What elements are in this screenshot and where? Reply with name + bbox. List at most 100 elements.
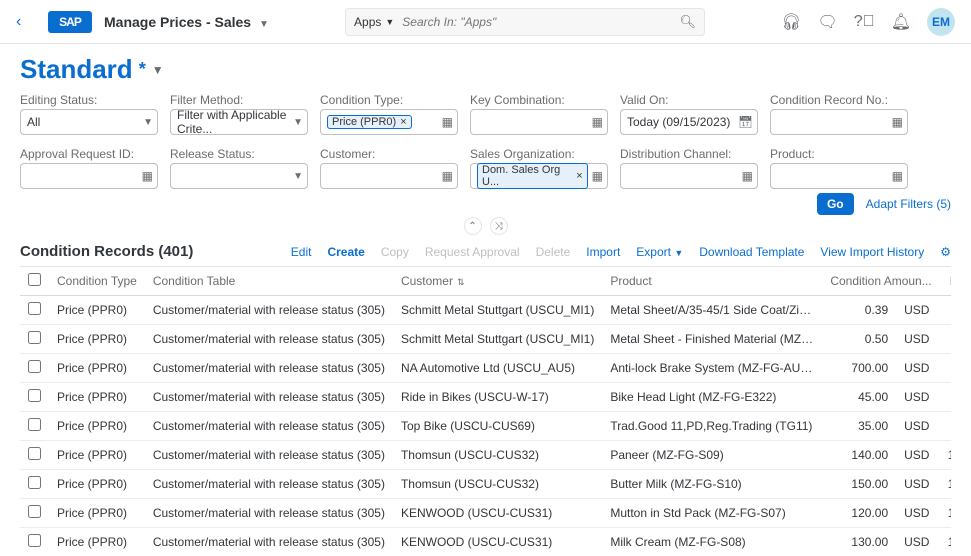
search-icon[interactable]: 🔍︎ xyxy=(680,14,697,30)
column-pricing-unit[interactable]: Pricing Unit xyxy=(940,267,951,296)
column-customer[interactable]: Customer⇅ xyxy=(393,267,602,296)
condition-type-input[interactable]: Price (PPR0) × ▦ xyxy=(320,109,458,135)
value-help-icon[interactable]: ▦ xyxy=(892,169,903,183)
row-checkbox[interactable] xyxy=(28,418,41,431)
search-input[interactable] xyxy=(402,15,671,29)
filter-method-select[interactable]: Filter with Applicable Crite... ▼ xyxy=(170,109,308,135)
filter-label: Sales Organization: xyxy=(470,147,608,161)
cell-pricing-qty: 1 xyxy=(940,325,951,354)
table-row[interactable]: Price (PPR0)Customer/material with relea… xyxy=(20,499,951,528)
filter-label: Product: xyxy=(770,147,908,161)
row-checkbox[interactable] xyxy=(28,534,41,547)
cell-customer: Thomsun (USCU-CUS32) xyxy=(393,441,602,470)
sales-org-token[interactable]: Dom. Sales Org U... × xyxy=(477,163,588,189)
header-collapse-bar: ⌃ ⤨ xyxy=(0,217,971,237)
value-help-icon[interactable]: ▦ xyxy=(442,115,453,129)
help-icon[interactable]: ?⃝ xyxy=(854,13,875,31)
collapse-header-icon[interactable]: ⌃ xyxy=(464,217,482,235)
close-icon[interactable]: × xyxy=(400,116,406,128)
import-button[interactable]: Import xyxy=(586,245,620,259)
filter-editing-status: Editing Status: All ▼ xyxy=(20,93,158,135)
headset-icon[interactable]: 🎧︎ xyxy=(781,12,801,32)
row-checkbox[interactable] xyxy=(28,476,41,489)
page-header: Standard* ▼ xyxy=(0,44,971,89)
export-button[interactable]: Export ▼ xyxy=(636,245,683,259)
value-help-icon[interactable]: ▦ xyxy=(442,169,453,183)
value-help-icon[interactable]: ▦ xyxy=(142,169,153,183)
cell-product: Butter Milk (MZ-FG-S10) xyxy=(602,470,822,499)
row-checkbox[interactable] xyxy=(28,505,41,518)
column-condition-table[interactable]: Condition Table xyxy=(145,267,393,296)
row-checkbox[interactable] xyxy=(28,331,41,344)
cell-product: Mutton in Std Pack (MZ-FG-S07) xyxy=(602,499,822,528)
token-text: Dom. Sales Org U... xyxy=(482,164,572,188)
valid-on-input[interactable]: Today (09/15/2023) 📅︎ xyxy=(620,109,758,135)
download-template-button[interactable]: Download Template xyxy=(699,245,804,259)
filter-method-value: Filter with Applicable Crite... xyxy=(177,108,289,136)
cell-pricing-qty: 1 xyxy=(940,354,951,383)
variant-selector[interactable]: Standard* ▼ xyxy=(20,54,951,85)
table-row[interactable]: Price (PPR0)Customer/material with relea… xyxy=(20,412,951,441)
approval-request-id-input[interactable]: ▦ xyxy=(20,163,158,189)
value-help-icon[interactable]: ▦ xyxy=(592,169,603,183)
table-scroll[interactable]: Condition Type Condition Table Customer⇅… xyxy=(20,266,951,556)
column-product[interactable]: Product xyxy=(602,267,822,296)
condition-type-token[interactable]: Price (PPR0) × xyxy=(327,115,412,129)
row-checkbox[interactable] xyxy=(28,447,41,460)
table-row[interactable]: Price (PPR0)Customer/material with relea… xyxy=(20,354,951,383)
filter-label: Filter Method: xyxy=(170,93,308,107)
back-icon[interactable]: ‹ xyxy=(16,13,36,31)
view-import-history-button[interactable]: View Import History xyxy=(820,245,924,259)
dist-channel-input[interactable]: ▦ xyxy=(620,163,758,189)
filter-label: Valid On: xyxy=(620,93,758,107)
release-status-select[interactable]: ▼ xyxy=(170,163,308,189)
column-condition-type[interactable]: Condition Type xyxy=(49,267,145,296)
filter-label: Key Combination: xyxy=(470,93,608,107)
variant-dirty-marker: * xyxy=(139,59,146,80)
key-combination-input[interactable]: ▦ xyxy=(470,109,608,135)
bell-icon[interactable]: 🔔︎ xyxy=(891,12,911,32)
row-checkbox[interactable] xyxy=(28,302,41,315)
condition-record-no-input[interactable]: ▦ xyxy=(770,109,908,135)
product-input[interactable]: ▦ xyxy=(770,163,908,189)
select-all-checkbox[interactable] xyxy=(28,273,41,286)
pin-header-icon[interactable]: ⤨ xyxy=(490,217,508,235)
cell-condition-type: Price (PPR0) xyxy=(49,325,145,354)
table-row[interactable]: Price (PPR0)Customer/material with relea… xyxy=(20,325,951,354)
cell-condition-table: Customer/material with release status (3… xyxy=(145,296,393,325)
app-title[interactable]: Manage Prices - Sales ▼ xyxy=(104,14,269,30)
customer-input[interactable]: ▦ xyxy=(320,163,458,189)
go-button[interactable]: Go xyxy=(817,193,854,215)
cell-condition-table: Customer/material with release status (3… xyxy=(145,441,393,470)
search-scope-button[interactable]: Apps ▼ xyxy=(354,15,394,29)
close-icon[interactable]: × xyxy=(576,170,582,182)
value-help-icon[interactable]: ▦ xyxy=(742,169,753,183)
table-row[interactable]: Price (PPR0)Customer/material with relea… xyxy=(20,441,951,470)
table-row[interactable]: Price (PPR0)Customer/material with relea… xyxy=(20,470,951,499)
shell-search[interactable]: Apps ▼ 🔍︎ xyxy=(345,8,705,36)
value-help-icon[interactable]: ▦ xyxy=(592,115,603,129)
create-button[interactable]: Create xyxy=(327,245,364,259)
copy-button: Copy xyxy=(381,245,409,259)
row-checkbox[interactable] xyxy=(28,389,41,402)
calendar-icon[interactable]: 📅︎ xyxy=(738,115,753,129)
table-row[interactable]: Price (PPR0)Customer/material with relea… xyxy=(20,296,951,325)
gear-icon[interactable]: ⚙ xyxy=(940,245,951,259)
table-row[interactable]: Price (PPR0)Customer/material with relea… xyxy=(20,383,951,412)
avatar[interactable]: EM xyxy=(927,8,955,36)
cell-currency: USD xyxy=(896,296,940,325)
filter-actions: Go Adapt Filters (5) xyxy=(0,189,971,217)
adapt-filters-link[interactable]: Adapt Filters (5) xyxy=(866,197,951,211)
sales-org-input[interactable]: Dom. Sales Org U... × ▦ xyxy=(470,163,608,189)
column-condition-amount[interactable]: Condition Amoun... xyxy=(822,267,939,296)
value-help-icon[interactable]: ▦ xyxy=(892,115,903,129)
editing-status-select[interactable]: All ▼ xyxy=(20,109,158,135)
table-row[interactable]: Price (PPR0)Customer/material with relea… xyxy=(20,528,951,556)
chat-icon[interactable]: 🗨︎ xyxy=(817,12,837,32)
row-checkbox[interactable] xyxy=(28,360,41,373)
cell-product: Bike Head Light (MZ-FG-E322) xyxy=(602,383,822,412)
cell-product: Metal Sheet - Finished Material (MZ-CN-M… xyxy=(602,325,822,354)
cell-customer: KENWOOD (USCU-CUS31) xyxy=(393,528,602,556)
column-select-all[interactable] xyxy=(20,267,49,296)
edit-button[interactable]: Edit xyxy=(291,245,312,259)
